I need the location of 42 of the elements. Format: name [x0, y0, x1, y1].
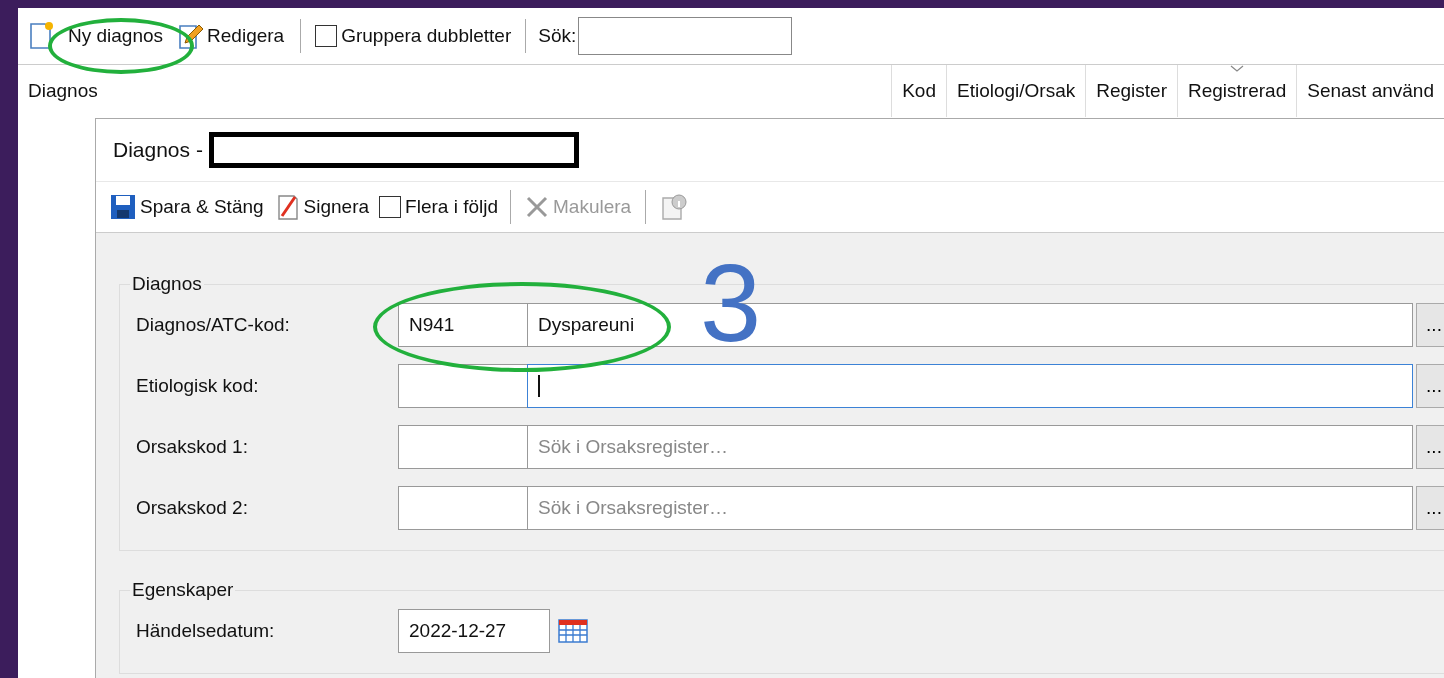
- text-field[interactable]: [527, 364, 1413, 408]
- code-field[interactable]: [398, 486, 528, 530]
- column-header[interactable]: Kod: [891, 65, 946, 117]
- column-header[interactable]: Diagnos: [18, 65, 892, 117]
- calendar-icon[interactable]: [558, 619, 588, 643]
- text-field[interactable]: Sök i Orsaksregister…: [527, 486, 1413, 530]
- column-header[interactable]: Senast använd: [1296, 65, 1444, 117]
- code-field[interactable]: [398, 425, 528, 469]
- date-field[interactable]: 2022-12-27: [398, 609, 550, 653]
- checkbox[interactable]: [315, 25, 338, 47]
- toolbar-button[interactable]: Spara & Stäng: [106, 192, 268, 222]
- checkbox-label: Gruppera dubbletter: [341, 25, 512, 47]
- field-label: Etiologisk kod:: [136, 375, 260, 397]
- checkbox-label: Flera i följd: [405, 196, 498, 218]
- checkbox[interactable]: [379, 196, 402, 218]
- toolbar-button[interactable]: Redigera: [173, 19, 289, 53]
- code-field[interactable]: [398, 364, 528, 408]
- search-label: Sök:: [538, 25, 577, 47]
- document-info-icon: [660, 192, 689, 222]
- text-field[interactable]: Sök i Orsaksregister…: [527, 425, 1413, 469]
- browse-button[interactable]: ...: [1416, 364, 1444, 408]
- browse-button[interactable]: ...: [1416, 486, 1444, 530]
- group-title: Diagnos: [131, 273, 203, 295]
- browse-button[interactable]: ...: [1416, 425, 1444, 469]
- field-label: Händelsedatum:: [136, 620, 276, 642]
- field-label: Orsakskod 2:: [136, 497, 249, 519]
- column-header[interactable]: Etiologi/Orsak: [946, 65, 1086, 117]
- signature-document-icon: [275, 192, 300, 222]
- column-header[interactable]: Registrerad: [1177, 65, 1297, 117]
- new-document-icon: [28, 21, 54, 51]
- dialog-title: Diagnos -: [113, 138, 203, 162]
- browse-button[interactable]: ...: [1416, 303, 1444, 347]
- cross-icon: [525, 195, 549, 219]
- field-label: Orsakskod 1:: [136, 436, 249, 458]
- toolbar-button[interactable]: Signera: [271, 190, 374, 224]
- sort-chevron-icon: [1230, 65, 1245, 73]
- field-label: Diagnos/ATC-kod:: [136, 314, 291, 336]
- search-field[interactable]: [578, 17, 793, 55]
- group-title: Egenskaper: [131, 579, 235, 601]
- toolbar-button[interactable]: Ny diagnos: [24, 19, 168, 53]
- column-header[interactable]: Register: [1085, 65, 1177, 117]
- code-field[interactable]: N941: [398, 303, 528, 347]
